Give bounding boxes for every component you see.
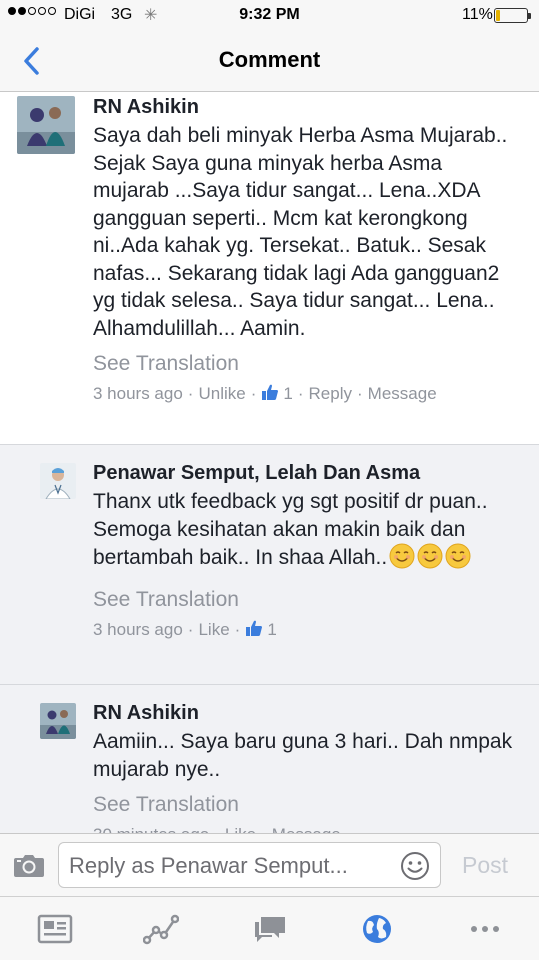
tab-notifications[interactable] — [359, 913, 395, 945]
post-button[interactable]: Post — [462, 852, 508, 879]
comment-meta: 30 minutes ago·Like·Message — [93, 823, 523, 833]
see-translation-link[interactable]: See Translation — [93, 586, 523, 614]
reply-input[interactable] — [69, 851, 389, 881]
reply-button[interactable]: Reply — [309, 384, 352, 403]
camera-button[interactable] — [13, 852, 45, 878]
smiley-icon — [401, 852, 429, 880]
smiling-face-emoji — [445, 543, 471, 569]
comment-reply: RN Ashikin Aamiin... Saya baru guna 3 ha… — [0, 685, 539, 833]
unlike-button[interactable]: Unlike — [198, 384, 245, 403]
like-button[interactable]: Like — [198, 620, 229, 639]
battery-percent: 11% — [462, 6, 493, 23]
comment-author[interactable]: RN Ashikin — [93, 699, 523, 727]
see-translation-link[interactable]: See Translation — [93, 350, 523, 378]
globe-icon — [363, 915, 391, 943]
comment-body: RN Ashikin Aamiin... Saya baru guna 3 ha… — [93, 699, 523, 833]
like-count[interactable]: 1 — [245, 620, 277, 639]
comment-author[interactable]: RN Ashikin — [93, 93, 523, 121]
comment-text: Aamiin... Saya baru guna 3 hari.. Dah nm… — [93, 730, 513, 781]
tab-bar — [0, 896, 539, 960]
comment-author[interactable]: Penawar Semput, Lelah Dan Asma — [93, 459, 523, 487]
more-icon — [471, 926, 499, 932]
like-button[interactable]: Like — [225, 825, 256, 833]
avatar[interactable] — [17, 96, 75, 154]
reply-composer: Post — [0, 833, 539, 896]
tab-messages[interactable] — [252, 913, 288, 945]
thumbs-up-icon — [262, 384, 279, 400]
comment-reply: Penawar Semput, Lelah Dan Asma Thanx utk… — [0, 445, 539, 685]
news-feed-icon — [37, 914, 73, 944]
tab-news-feed[interactable] — [37, 913, 73, 945]
sticker-button[interactable] — [400, 851, 430, 881]
tab-insights[interactable] — [142, 913, 180, 945]
smiling-face-emoji — [389, 543, 415, 569]
camera-icon — [14, 855, 44, 877]
comment-text: Thanx utk feedback yg sgt positif dr pua… — [93, 490, 488, 569]
comment-meta: 3 hours ago · Unlike · 1 · Reply · Message — [93, 384, 437, 403]
comment-time: 3 hours ago — [93, 384, 183, 403]
comment-meta: 3 hours ago · Like · 1 — [93, 619, 277, 639]
thumbs-up-icon — [246, 620, 263, 636]
comment-time: 30 minutes ago — [93, 825, 209, 833]
comment-list: RN Ashikin Saya dah beli minyak Herba As… — [0, 93, 539, 833]
battery-icon — [494, 8, 531, 23]
tab-more[interactable] — [467, 913, 503, 945]
comment-time: 3 hours ago — [93, 619, 183, 639]
comment-body: RN Ashikin Saya dah beli minyak Herba As… — [93, 93, 523, 406]
navigation-bar: Comment — [0, 30, 539, 92]
status-time: 9:32 PM — [239, 6, 300, 23]
message-button[interactable]: Message — [272, 825, 341, 833]
insights-icon — [142, 914, 180, 945]
smiling-face-emoji — [417, 543, 443, 569]
avatar[interactable] — [40, 703, 76, 739]
messages-icon — [255, 917, 285, 942]
comment-body: Penawar Semput, Lelah Dan Asma Thanx utk… — [93, 459, 523, 642]
like-count[interactable]: 1 — [261, 384, 293, 403]
comment: RN Ashikin Saya dah beli minyak Herba As… — [0, 93, 539, 445]
reply-field — [58, 842, 441, 888]
see-translation-link[interactable]: See Translation — [93, 791, 523, 819]
page-title: Comment — [218, 47, 321, 72]
message-button[interactable]: Message — [368, 384, 437, 403]
comment-text: Saya dah beli minyak Herba Asma Mujarab.… — [93, 124, 508, 340]
page-avatar[interactable] — [40, 463, 76, 499]
status-bar: DiGi 3G ✳ 9:32 PM 11% — [0, 0, 539, 30]
